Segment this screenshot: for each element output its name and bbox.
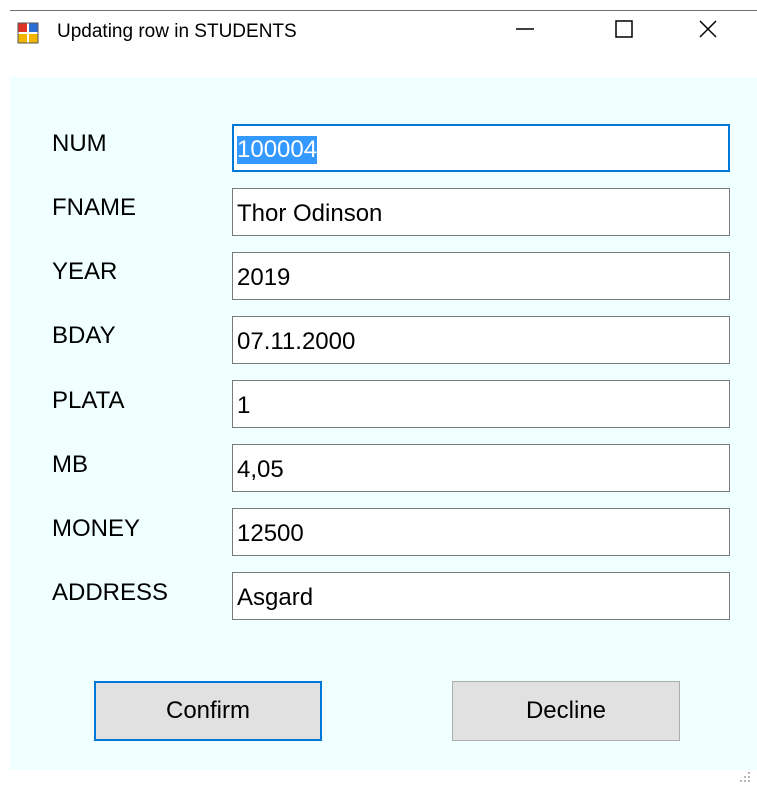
mb-field-value: 4,05 — [237, 456, 284, 483]
confirm-button[interactable]: Confirm — [94, 681, 322, 741]
fname-field[interactable]: Thor Odinson — [232, 188, 730, 236]
plata-field[interactable]: 1 — [232, 380, 730, 428]
label-num: NUM — [52, 130, 107, 157]
fname-field-value: Thor Odinson — [237, 200, 383, 227]
form-app-icon — [17, 22, 39, 44]
label-fname: FNAME — [52, 194, 136, 221]
address-field[interactable]: Asgard — [232, 572, 730, 620]
year-field-value: 2019 — [237, 264, 291, 291]
money-field-value: 12500 — [237, 520, 304, 547]
maximize-button[interactable] — [604, 13, 644, 49]
mb-field[interactable]: 4,05 — [232, 444, 730, 492]
label-bday: BDAY — [52, 322, 116, 349]
label-mb: MB — [52, 451, 88, 478]
label-year: YEAR — [52, 258, 118, 285]
address-field-value: Asgard — [237, 584, 314, 611]
year-field[interactable]: 2019 — [232, 252, 730, 300]
close-icon — [697, 18, 719, 45]
label-plata: PLATA — [52, 387, 125, 414]
num-field-value: 100004 — [237, 136, 318, 164]
resize-grip-icon[interactable] — [738, 770, 752, 784]
minimize-icon — [514, 18, 536, 45]
num-field[interactable]: 100004 — [232, 124, 730, 172]
money-field[interactable]: 12500 — [232, 508, 730, 556]
window-border — [10, 10, 757, 11]
close-button[interactable] — [688, 13, 728, 49]
decline-button[interactable]: Decline — [452, 681, 680, 741]
window-title: Updating row in STUDENTS — [57, 21, 297, 42]
label-address: ADDRESS — [52, 579, 169, 606]
minimize-button[interactable] — [505, 13, 545, 49]
bday-field[interactable]: 07.11.2000 — [232, 316, 730, 364]
plata-field-value: 1 — [237, 392, 251, 419]
label-money: MONEY — [52, 515, 141, 542]
maximize-icon — [613, 18, 635, 45]
bday-field-value: 07.11.2000 — [237, 328, 356, 355]
